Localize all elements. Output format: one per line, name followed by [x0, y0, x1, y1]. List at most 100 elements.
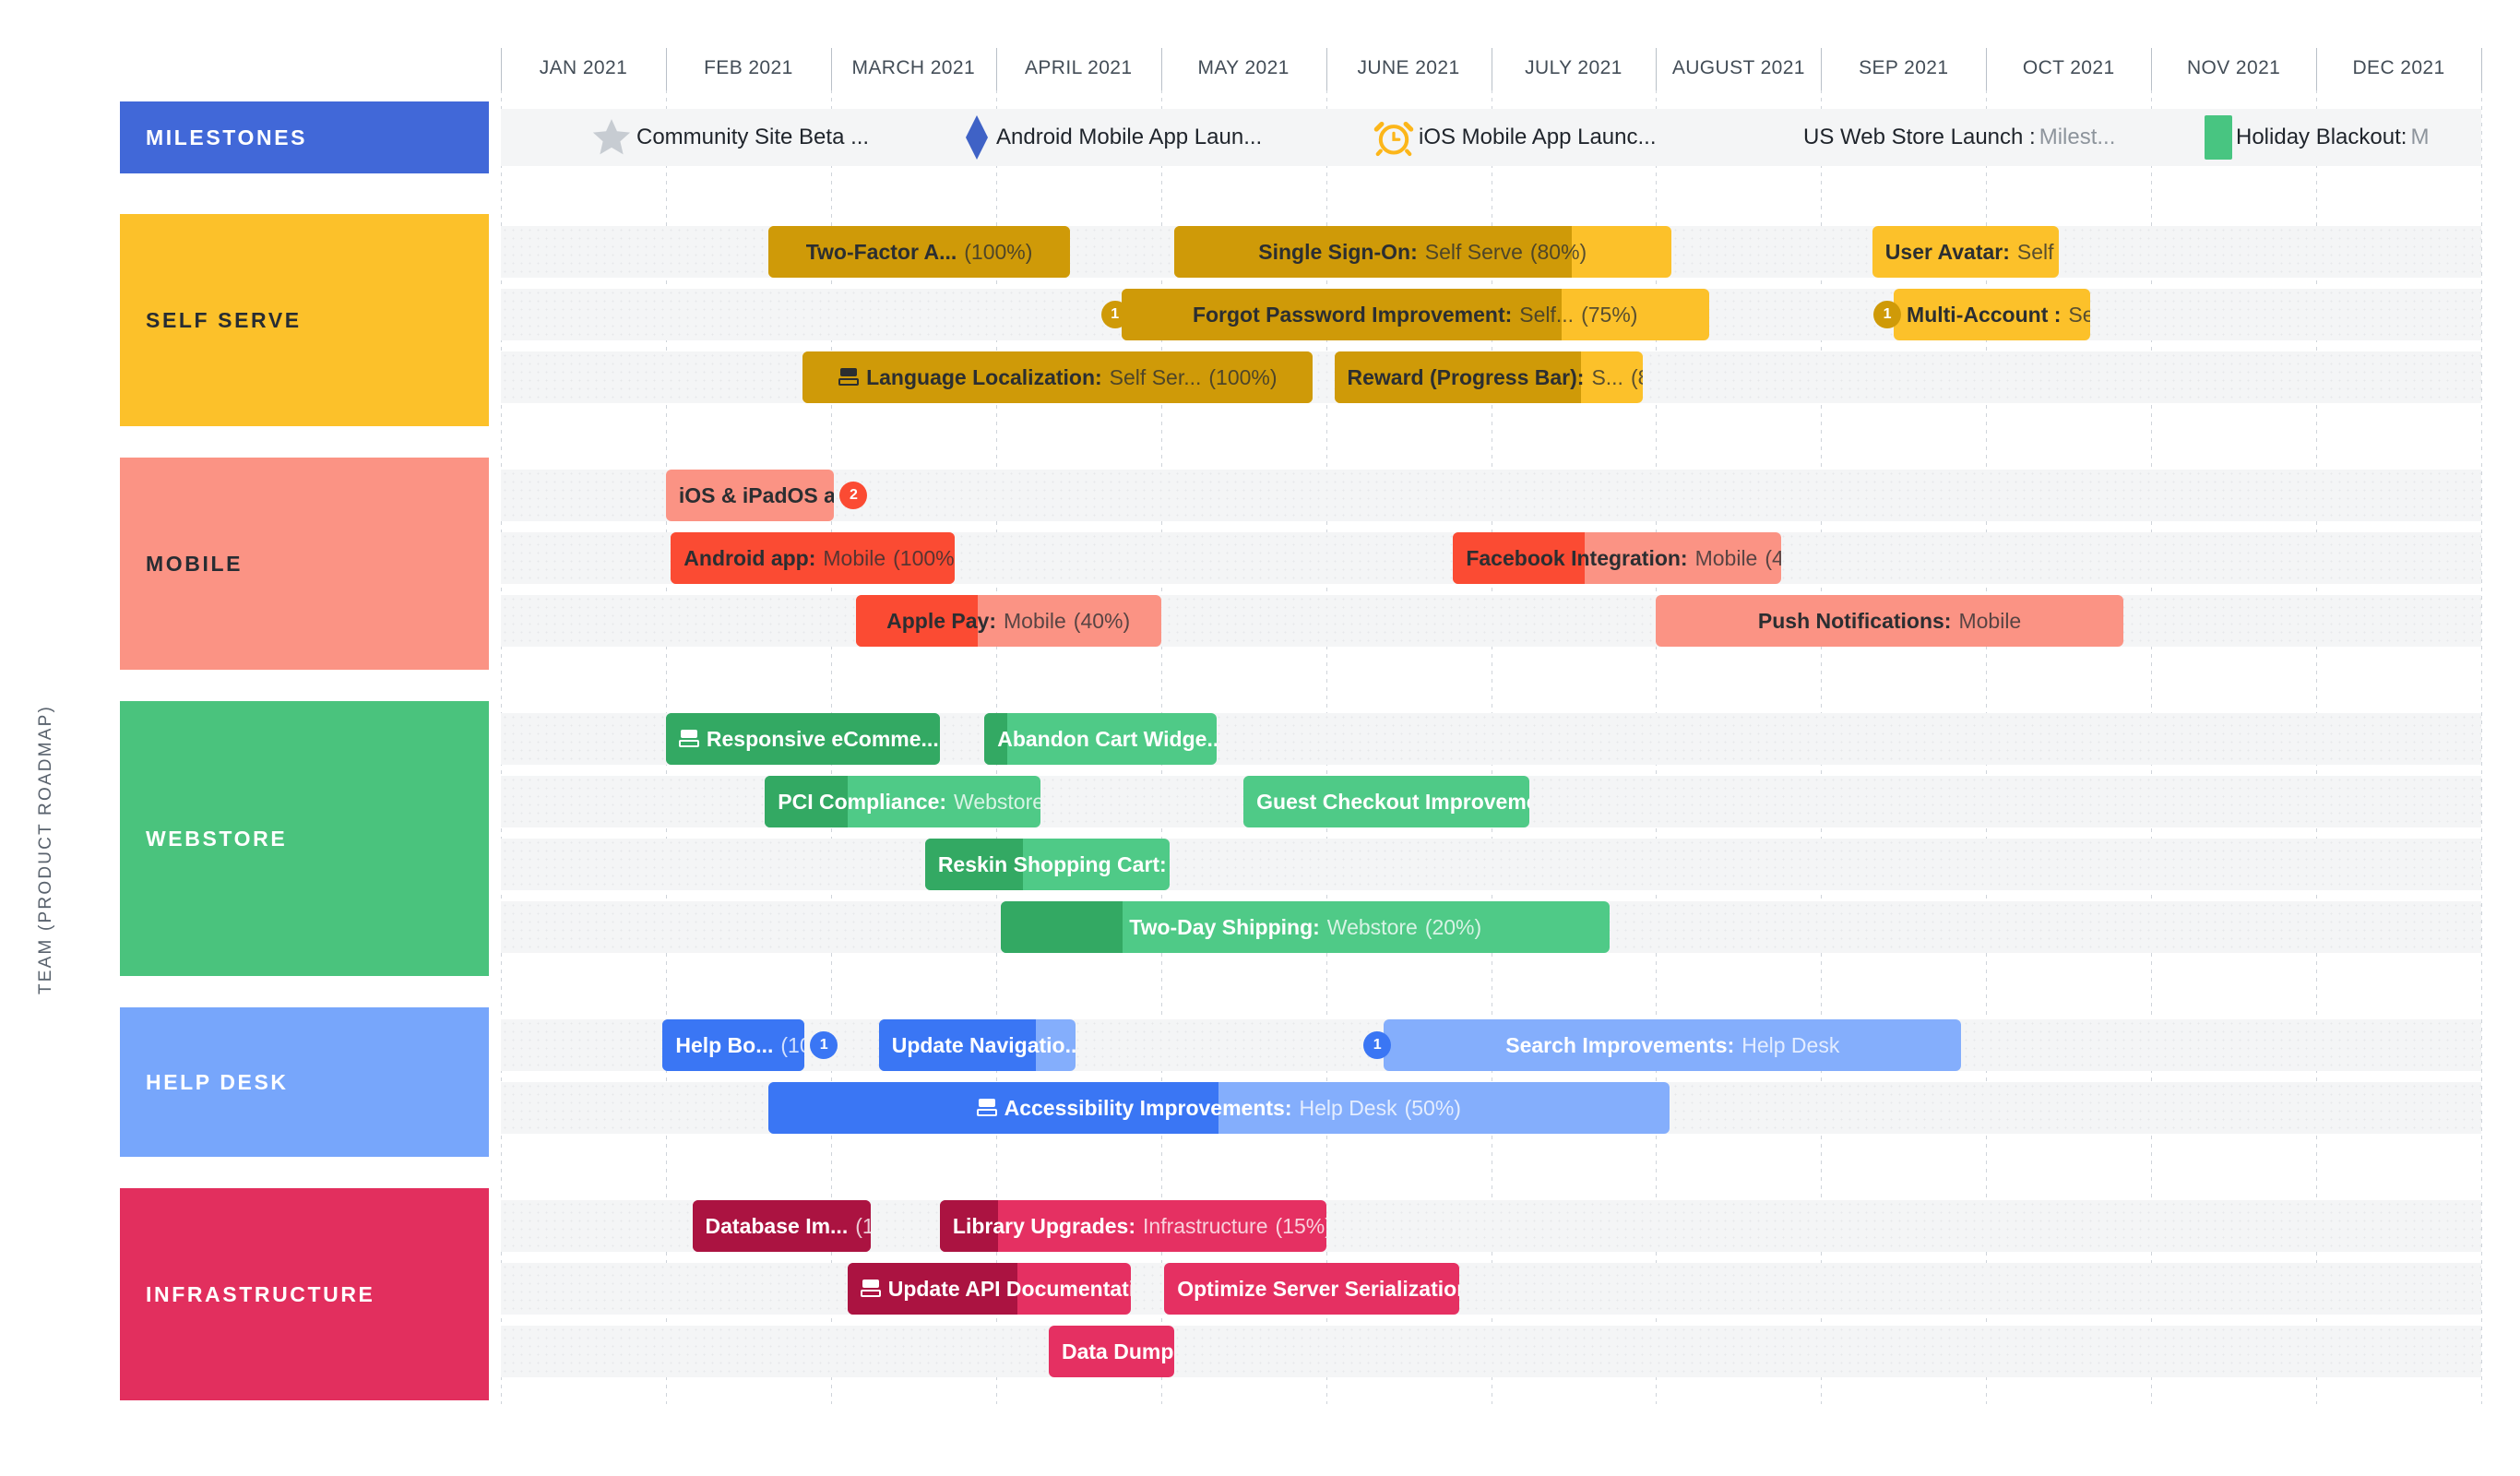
task-bar[interactable]: User Avatar:Self Serve: [1872, 226, 2059, 278]
task-bar-content: Optimize Server Serialization:Infr...: [1164, 1277, 1459, 1302]
task-bar[interactable]: Search Improvements: Help Desk: [1384, 1019, 1962, 1071]
milestone-item[interactable]: US Web Store Launch : Milest...: [1803, 120, 2115, 155]
task-bar-content: Apple Pay: Mobile (40%): [874, 609, 1143, 634]
task-percent: (20%): [1424, 914, 1482, 939]
task-bar-content: Android app: Mobile (100%): [671, 546, 955, 571]
task-bar-content: Update Navigatio...(80%): [879, 1033, 1076, 1058]
task-name: Two-Day Shipping:: [1129, 914, 1320, 939]
task-percent: (75%): [1581, 302, 1638, 327]
task-name: PCI Compliance:: [778, 789, 947, 814]
team-label: WEBSTORE: [146, 826, 288, 851]
team-block-mobile[interactable]: MOBILE: [120, 458, 489, 670]
task-bar[interactable]: Two-Factor A... (100%): [767, 226, 1071, 278]
task-bar[interactable]: Language Localization: Self Ser... (100%): [802, 351, 1313, 403]
task-bar[interactable]: Multi-Account : Self Ser...: [1894, 289, 2090, 340]
task-percent: (40%): [1765, 545, 1782, 570]
task-bar-content: Push Notifications: Mobile: [1745, 609, 2034, 634]
task-bar[interactable]: Forgot Password Improvement: Self... (75%): [1121, 289, 1709, 340]
task-name: Reward (Progress Bar):: [1347, 364, 1585, 389]
screen-icon: [838, 368, 860, 387]
task-bar[interactable]: Reward (Progress Bar):S... (80%): [1334, 351, 1644, 403]
task-bar[interactable]: Responsive eComme...(100%): [665, 713, 940, 765]
milestone-name: Android Mobile App Laun...: [996, 125, 1263, 149]
task-bar[interactable]: Update Navigatio...(80%): [878, 1019, 1076, 1071]
task-team: Mobile: [823, 545, 886, 570]
task-name: Search Improvements:: [1505, 1032, 1735, 1057]
task-percent: (80%): [1529, 239, 1587, 264]
milestone-team: Milest...: [2039, 125, 2116, 149]
square-icon: [2205, 115, 2232, 160]
task-bar[interactable]: Optimize Server Serialization:Infr...: [1164, 1263, 1460, 1315]
team-block-milestones[interactable]: MILESTONES: [120, 101, 489, 173]
milestone-item[interactable]: Holiday Blackout: M: [2205, 115, 2429, 160]
task-percent: (100%): [855, 1213, 871, 1238]
task-name: Library Upgrades:: [952, 1213, 1136, 1238]
task-bar-content: Abandon Cart Widge...(10%): [984, 727, 1217, 752]
task-bar-content: Data Dump: ...: [1049, 1339, 1174, 1364]
task-bar[interactable]: iOS & iPadOS app...: [665, 470, 835, 521]
alarm-clock-icon: [1373, 116, 1415, 159]
task-name: Reskin Shopping Cart:: [937, 851, 1167, 876]
team-block-infrastructure[interactable]: INFRASTRUCTURE: [120, 1188, 489, 1400]
task-bar[interactable]: Accessibility Improvements: Help Desk (50%…: [767, 1082, 1670, 1134]
task-bar[interactable]: Single Sign-On: Self Serve (80%): [1173, 226, 1671, 278]
milestone-item[interactable]: Community Site Beta ...: [590, 119, 869, 155]
team-block-help-desk[interactable]: HELP DESK: [120, 1007, 489, 1157]
task-badge[interactable]: 1: [1100, 301, 1129, 328]
task-bar[interactable]: Two-Day Shipping: Webstore (20%): [1001, 901, 1611, 953]
task-team: Mobile: [1004, 608, 1066, 633]
milestone-item[interactable]: iOS Mobile App Launc...: [1373, 120, 1657, 157]
task-name: Abandon Cart Widge...: [997, 726, 1218, 751]
month-header-label: MAY 2021: [1197, 57, 1290, 78]
task-bar-content: PCI Compliance:Webstore(30%): [765, 790, 1040, 815]
task-bar[interactable]: Library Upgrades: Infrastructure (15%): [939, 1200, 1326, 1252]
task-row-background: [501, 1263, 2481, 1315]
task-badge[interactable]: 1: [1873, 301, 1902, 328]
month-gridline: [2481, 48, 2482, 1404]
task-name: Help Bo...: [675, 1032, 774, 1057]
team-label: HELP DESK: [146, 1069, 289, 1094]
task-name: Facebook Integration:: [1466, 545, 1688, 570]
task-bar[interactable]: Database Im... (100%): [692, 1200, 871, 1252]
task-team: Self Ser...: [1109, 364, 1202, 389]
task-bar[interactable]: Abandon Cart Widge...(10%): [984, 713, 1218, 765]
gantt-chart: JAN 2021 FEB 2021 MARCH 2021 APRIL 2021 MAY …: [0, 0, 2520, 1476]
task-bar[interactable]: Guest Checkout Improvement:We...: [1243, 776, 1529, 827]
task-bar-content: Multi-Account : Self Ser...: [1894, 303, 2090, 327]
task-bar-content: Forgot Password Improvement: Self... (75%): [1180, 303, 1651, 327]
task-badge[interactable]: 1: [810, 1031, 838, 1059]
task-bar-content: Single Sign-On: Self Serve (80%): [1245, 240, 1599, 265]
task-bar[interactable]: Update API Documentati...(60%): [847, 1263, 1132, 1315]
month-header-label: FEB 2021: [704, 57, 793, 78]
task-bar-content: Reskin Shopping Cart:...(40%): [925, 852, 1170, 877]
task-percent: (100%): [893, 545, 956, 570]
task-name: Data Dump: ...: [1062, 1339, 1174, 1363]
task-bar[interactable]: Android app: Mobile (100%): [671, 532, 956, 584]
screen-icon: [860, 1280, 881, 1298]
team-block-self-serve[interactable]: SELF SERVE: [120, 214, 489, 426]
task-name: iOS & iPadOS app...: [678, 482, 835, 507]
task-name: Push Notifications:: [1757, 608, 1952, 633]
task-team: Webstore: [1326, 914, 1418, 939]
task-bar[interactable]: Help Bo...(100%): [662, 1019, 805, 1071]
task-name: Accessibility Improvements:: [1004, 1095, 1292, 1120]
task-bar-content: User Avatar:Self Serve: [1872, 240, 2059, 265]
team-block-webstore[interactable]: WEBSTORE: [120, 701, 489, 976]
team-label: MILESTONES: [146, 125, 308, 149]
task-bar[interactable]: Reskin Shopping Cart:...(40%): [924, 839, 1170, 890]
task-progress-fill: [1001, 901, 1123, 953]
task-name: Two-Factor A...: [805, 239, 957, 264]
milestone-name: iOS Mobile App Launc...: [1419, 125, 1657, 149]
milestone-item[interactable]: Android Mobile App Laun...: [961, 115, 1263, 160]
task-bar[interactable]: Facebook Integration:Mobile (40%): [1453, 532, 1782, 584]
task-bar[interactable]: Data Dump: ...: [1049, 1326, 1174, 1377]
task-name: Language Localization:: [866, 364, 1102, 389]
task-badge[interactable]: 1: [1363, 1031, 1392, 1059]
task-bar[interactable]: Push Notifications: Mobile: [1656, 595, 2123, 647]
team-label: SELF SERVE: [146, 307, 302, 332]
task-bar[interactable]: PCI Compliance:Webstore(30%): [765, 776, 1041, 827]
task-name: Responsive eComme...: [706, 726, 939, 751]
task-team: Help Desk: [1741, 1032, 1840, 1057]
task-bar[interactable]: Apple Pay: Mobile (40%): [855, 595, 1161, 647]
task-percent: (15%): [1275, 1213, 1326, 1238]
